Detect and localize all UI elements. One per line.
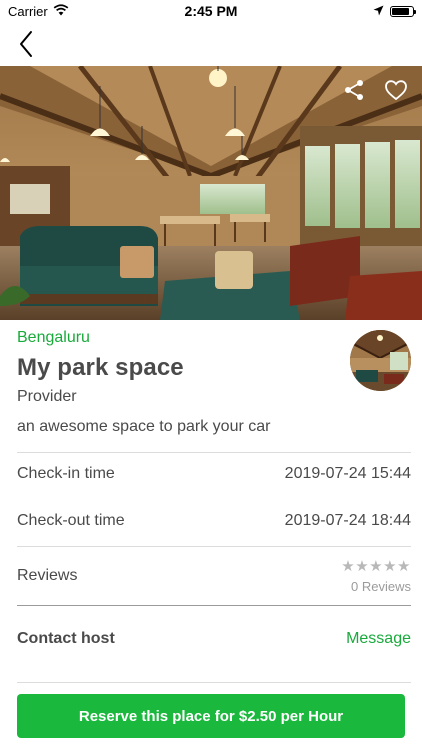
listing-description: an awesome space to park your car bbox=[17, 418, 271, 435]
wifi-icon bbox=[53, 3, 69, 19]
rating-stars: ★★★★★ bbox=[341, 558, 411, 575]
hero-actions bbox=[342, 78, 408, 102]
listing-photo bbox=[0, 66, 422, 320]
checkin-label: Check-in time bbox=[17, 465, 115, 482]
divider bbox=[17, 605, 411, 606]
checkin-value: 2019-07-24 15:44 bbox=[284, 465, 411, 482]
chevron-left-icon bbox=[20, 31, 32, 57]
checkout-label: Check-out time bbox=[17, 512, 125, 529]
listing-title: My park space bbox=[17, 354, 184, 381]
status-left: Carrier bbox=[8, 4, 69, 19]
host-avatar[interactable] bbox=[350, 330, 411, 391]
listing-city: Bengaluru bbox=[17, 329, 90, 346]
message-button[interactable]: Message bbox=[346, 630, 411, 648]
back-button[interactable] bbox=[12, 28, 40, 60]
listing-hero-image bbox=[0, 66, 422, 320]
reviews-label: Reviews bbox=[17, 567, 78, 584]
battery-fill bbox=[392, 7, 409, 15]
heart-outline-icon bbox=[385, 80, 407, 101]
contact-host-label: Contact host bbox=[17, 630, 115, 647]
review-count[interactable]: 0 Reviews bbox=[351, 579, 411, 594]
listing-role: Provider bbox=[17, 388, 77, 405]
battery-icon bbox=[390, 5, 416, 17]
divider bbox=[17, 452, 411, 453]
divider bbox=[17, 546, 411, 547]
nav-bar bbox=[0, 22, 422, 66]
share-icon bbox=[345, 80, 363, 100]
divider bbox=[17, 682, 411, 683]
status-bar: Carrier 2:45 PM bbox=[0, 0, 422, 22]
reserve-button[interactable]: Reserve this place for $2.50 per Hour bbox=[17, 694, 405, 738]
status-right bbox=[373, 4, 416, 19]
location-arrow-icon bbox=[373, 4, 384, 19]
carrier-label: Carrier bbox=[8, 3, 48, 19]
share-button[interactable] bbox=[342, 78, 366, 102]
checkout-value: 2019-07-24 18:44 bbox=[284, 512, 411, 529]
favorite-button[interactable] bbox=[384, 78, 408, 102]
